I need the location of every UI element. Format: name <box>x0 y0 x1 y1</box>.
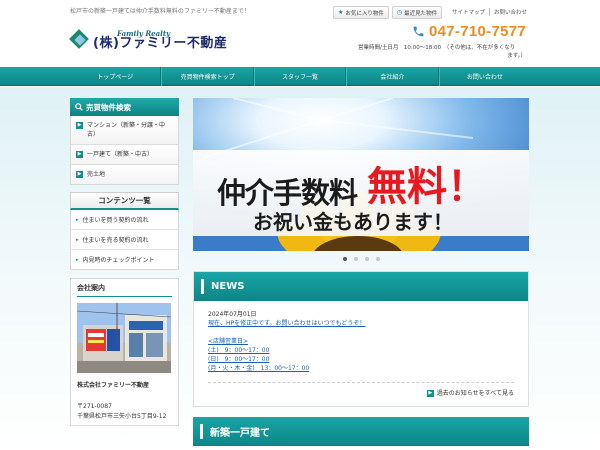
chevron-right-icon: ▶ <box>76 170 83 178</box>
business-hours: 営業時間/土日月 10:00～18:00 （その他は、不在が多くなり ます。） <box>358 44 530 61</box>
triangle-right-icon: ▸ <box>76 236 79 243</box>
content-item-label: 住まいを売る契約の流れ <box>82 237 149 244</box>
logo-japanese: (株)ファミリー不動産 <box>93 36 228 51</box>
phone-icon <box>413 26 424 37</box>
recent-button[interactable]: ◷ 最近見た物件 <box>391 6 443 19</box>
company-address: 千葉県松戸市三矢小台5丁目9-12 <box>77 413 167 420</box>
schedule-sunday[interactable]: (日) 9：00～17：00 <box>208 355 514 364</box>
global-nav: トップページ 売買物件検索トップ スタッフ一覧 会社紹介 お問い合わせ <box>0 67 600 86</box>
logo-mark-icon <box>69 29 90 50</box>
phone-block[interactable]: 047-710-7577 <box>412 23 526 40</box>
hours-line-2: ます。） <box>507 53 526 60</box>
content-item-label: 住まいを買う契約の流れ <box>82 217 149 224</box>
slider-dot[interactable] <box>353 257 358 261</box>
sidebar-item-mansion[interactable]: ▶ マンション（新築・分譲・中古） <box>71 116 178 145</box>
header-links: サイトマップ お問い合わせ <box>448 8 531 16</box>
schedule-saturday[interactable]: (土) 9：00～17：00 <box>208 346 514 355</box>
content-item-checkpoints[interactable]: ▸ 内見時のチェックポイント <box>71 250 178 269</box>
company-name: 株式会社ファミリー不動産 <box>77 382 150 389</box>
contents-heading: コンテンツ一覧 <box>70 192 179 210</box>
chevron-right-icon: ▶ <box>76 121 83 129</box>
hours-line-1: 営業時間/土日月 10:00～18:00 （その他は、不在が多くなり <box>358 45 516 51</box>
recent-label: 最近見た物件 <box>404 10 438 17</box>
news-date: 2024年07月01日 <box>208 311 257 318</box>
site-logo[interactable]: Family Realty (株)ファミリー不動産 <box>69 29 228 51</box>
news-title: NEWS <box>211 281 245 292</box>
main-content: 仲介手数料 無料！ お祝い金もあります！ NEWS 2024年07月01日 現在… <box>193 98 529 447</box>
header-buttons: ★ お気に入り物件 ◷ 最近見た物件 <box>333 6 443 19</box>
sidebar-item-label: 売土地 <box>87 171 106 178</box>
news-headline-link[interactable]: 現在、HPを修正中です。お問い合わせはいつでもどうぞ！ <box>208 319 514 328</box>
news-more-link[interactable]: ▶ 過去のお知らせをすべて見る <box>208 381 514 398</box>
nav-item-property-search[interactable]: 売買物件検索トップ <box>161 67 254 86</box>
nav-item-contact[interactable]: お問い合わせ <box>438 67 530 86</box>
contact-link[interactable]: お問い合わせ <box>490 8 531 16</box>
triangle-right-icon: ▸ <box>76 216 79 223</box>
clock-icon: ◷ <box>396 9 403 16</box>
slider-dot[interactable] <box>364 257 369 261</box>
slider-dot[interactable] <box>342 257 347 261</box>
content-item-buy-flow[interactable]: ▸ 住まいを買う契約の流れ <box>71 210 178 230</box>
company-heading: 会社案内 <box>77 283 172 297</box>
nav-item-top[interactable]: トップページ <box>70 67 162 86</box>
sidebar-item-label: 一戸建て（新築・中古） <box>87 151 154 158</box>
new-house-title: 新築一戸建て <box>210 428 270 440</box>
new-house-heading: 新築一戸建て <box>193 417 529 447</box>
content-item-label: 内見時のチェックポイント <box>82 257 155 264</box>
banner-headline: 仲介手数料 無料！ <box>217 154 487 212</box>
slider-dot[interactable] <box>375 257 380 261</box>
banner-line-1-strong: 無料！ <box>367 163 488 210</box>
new-house-section: 新築一戸建て <box>193 417 529 447</box>
chevron-right-icon: ▶ <box>426 389 434 397</box>
property-search-heading: 売買物件検索 <box>70 98 179 116</box>
favorites-button[interactable]: ★ お気に入り物件 <box>333 6 389 19</box>
schedule-title-link[interactable]: <店舗営業日> <box>208 337 514 346</box>
chevron-right-icon: ▶ <box>76 150 83 158</box>
search-icon <box>75 103 83 111</box>
hero-slider[interactable]: 仲介手数料 無料！ お祝い金もあります！ <box>193 98 529 251</box>
content-item-sell-flow[interactable]: ▸ 住まいを売る契約の流れ <box>71 230 178 250</box>
news-heading: NEWS <box>194 272 528 301</box>
triangle-right-icon: ▸ <box>76 256 79 263</box>
schedule-weekdays[interactable]: (月・火・木・金) 13：00～17：00 <box>208 364 514 373</box>
slider-dots <box>193 257 529 263</box>
site-tagline: 松戸市の新築一戸建ては仲介手数料無料のファミリー不動産まで！ <box>70 8 250 15</box>
nav-item-staff[interactable]: スタッフ一覧 <box>253 67 347 86</box>
news-section: NEWS 2024年07月01日 現在、HPを修正中です。お問い合わせはいつでも… <box>193 271 529 408</box>
phone-number: 047-710-7577 <box>429 23 527 40</box>
banner-line-2: お祝い金もあります！ <box>253 210 453 234</box>
company-storefront-photo <box>77 303 171 373</box>
company-zip: 〒271-0087 <box>77 403 112 410</box>
sidebar-item-land[interactable]: ▶ 売土地 <box>71 165 178 184</box>
property-search-list: ▶ マンション（新築・分譲・中古） ▶ 一戸建て（新築・中古） ▶ 売土地 <box>70 116 179 185</box>
sidebar: 売買物件検索 ▶ マンション（新築・分譲・中古） ▶ 一戸建て（新築・中古） ▶… <box>70 98 179 426</box>
contents-list: ▸ 住まいを買う契約の流れ ▸ 住まいを売る契約の流れ ▸ 内見時のチェックポイ… <box>70 210 179 270</box>
company-info: 会社案内 株式会社ファミリー不動産 〒271-0087 千葉県松戸市三矢小台5丁… <box>70 278 179 426</box>
star-icon: ★ <box>338 9 344 16</box>
news-more-label: 過去のお知らせをすべて見る <box>436 389 514 397</box>
nav-item-company[interactable]: 会社紹介 <box>346 67 439 86</box>
favorites-label: お気に入り物件 <box>345 10 384 17</box>
sidebar-item-label: マンション（新築・分譲・中古） <box>87 122 166 138</box>
sidebar-item-house[interactable]: ▶ 一戸建て（新築・中古） <box>71 145 178 165</box>
property-search-title: 売買物件検索 <box>86 102 131 112</box>
sitemap-link[interactable]: サイトマップ <box>448 8 491 16</box>
